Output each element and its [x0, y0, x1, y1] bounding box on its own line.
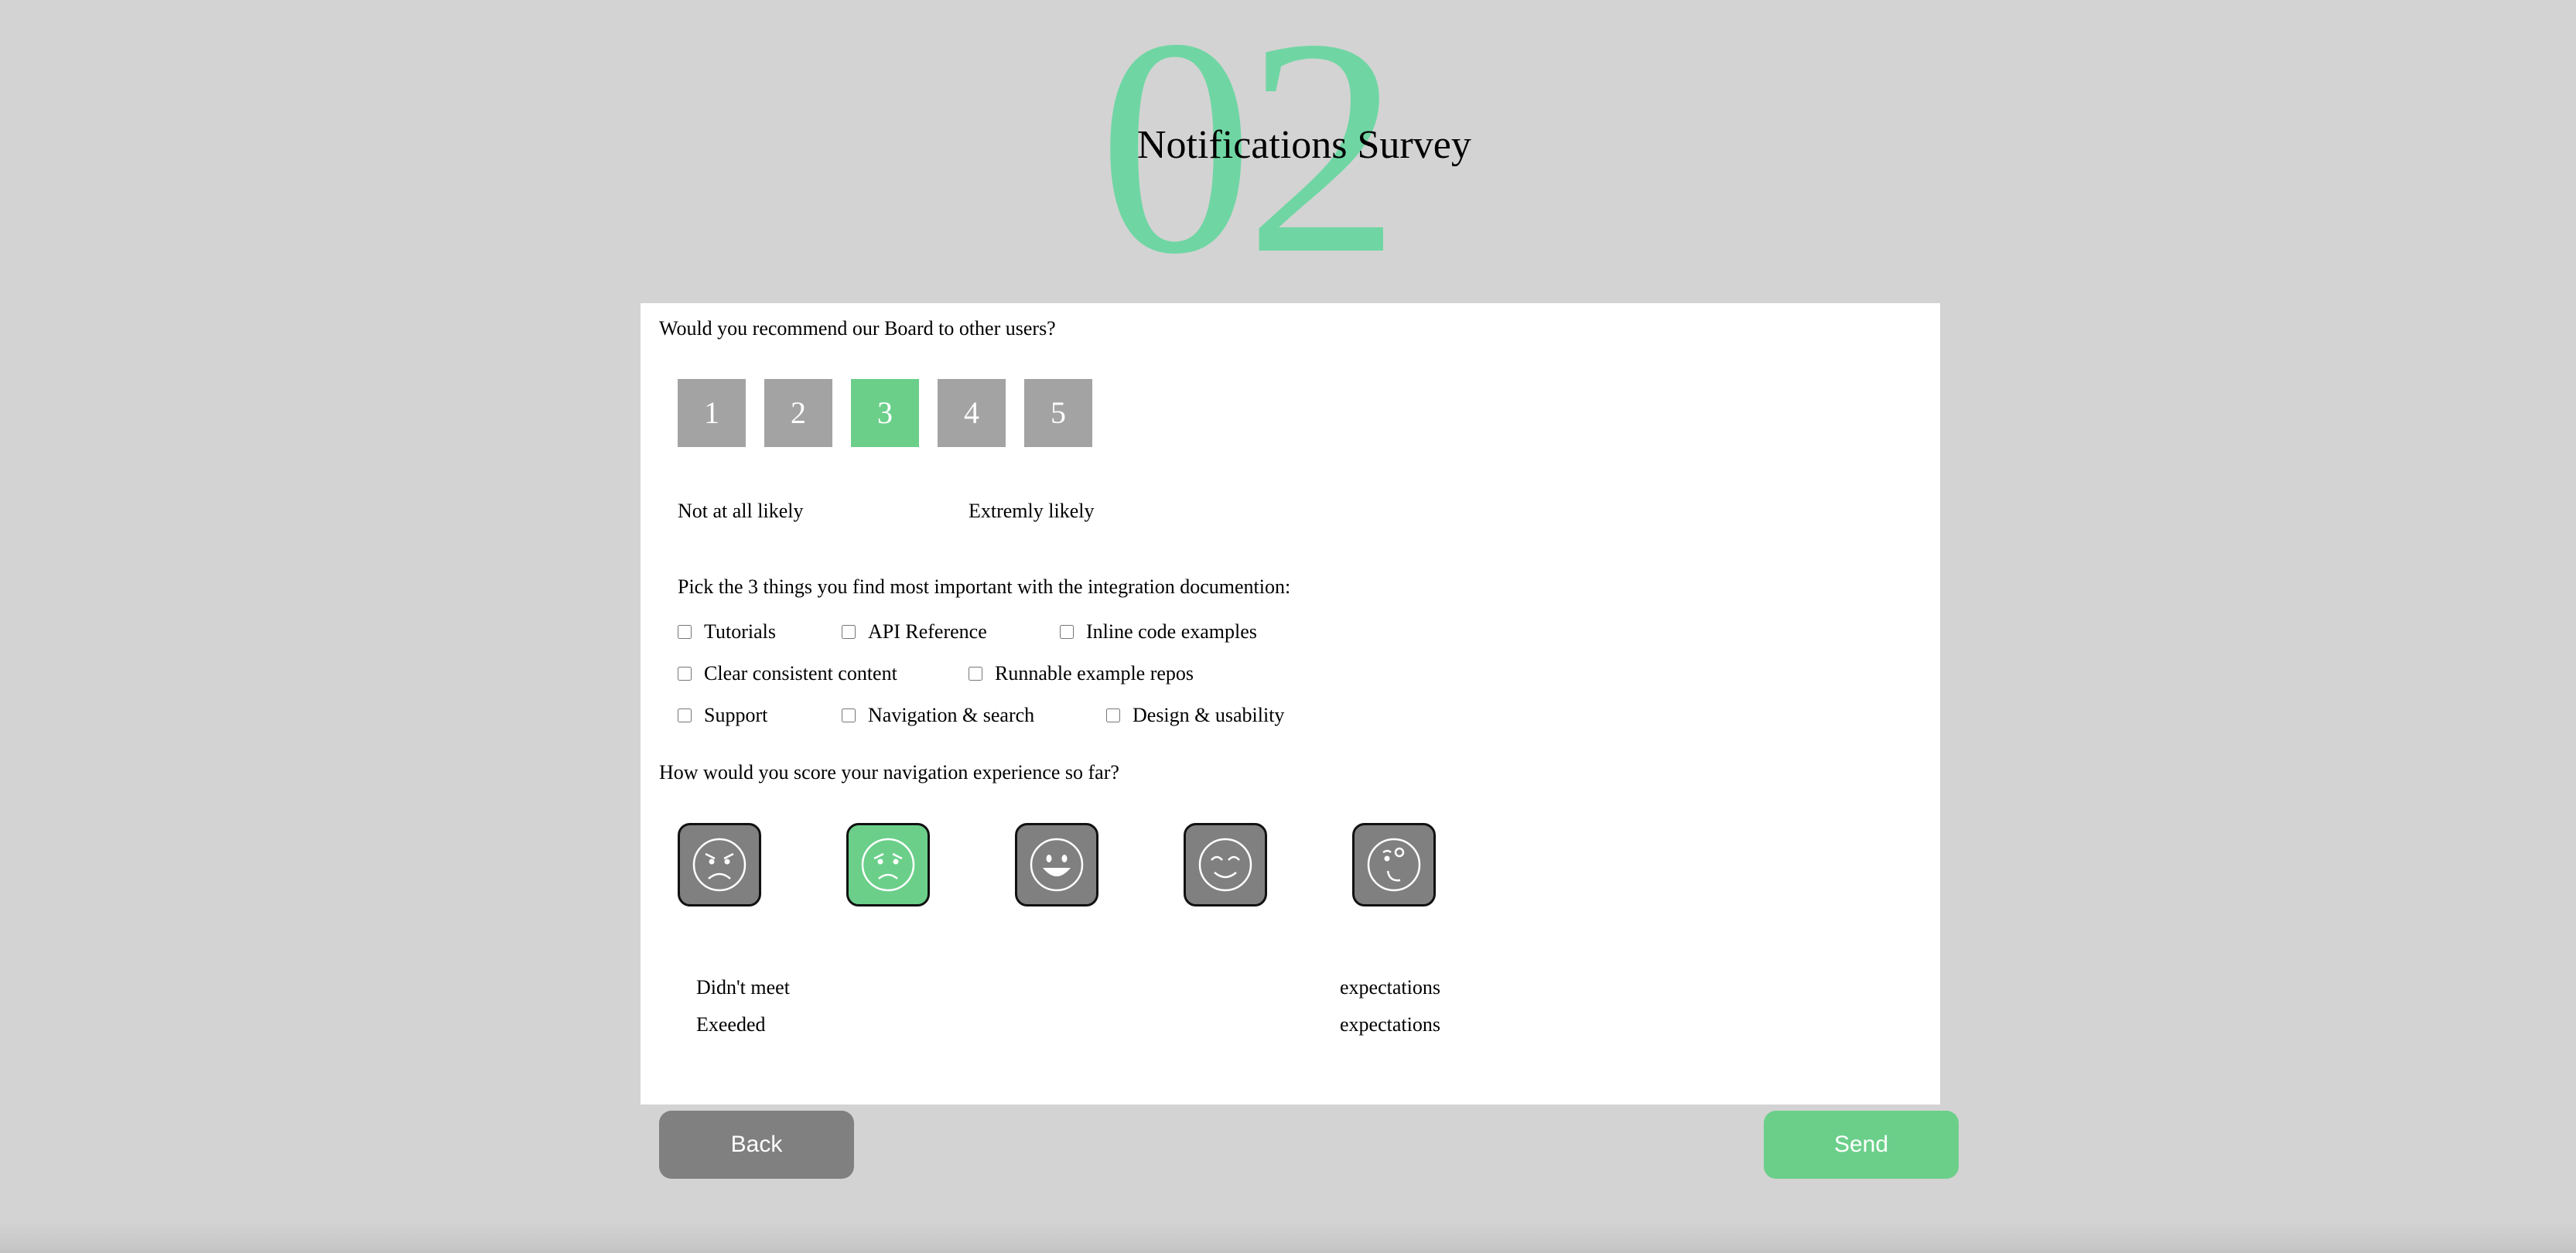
option-api-reference[interactable]: API Reference	[842, 620, 987, 644]
legend-low-line-1: Didn't meet	[696, 976, 790, 999]
option-navigation-search[interactable]: Navigation & search	[842, 704, 1034, 727]
tutorials-checkbox[interactable]	[678, 625, 692, 639]
option-support[interactable]: Support	[678, 704, 767, 727]
rating-face-3[interactable]	[1015, 823, 1098, 906]
option-clear-consistent-content[interactable]: Clear consistent content	[678, 662, 897, 685]
survey-header: 02 Notifications Survey	[1098, 0, 1485, 302]
score-option-5[interactable]: 5	[1024, 379, 1092, 447]
legend-high-line-1: Exeeded	[696, 1013, 766, 1036]
question-documentation: Pick the 3 things you find most importan…	[678, 575, 1291, 598]
option-label: Inline code examples	[1086, 620, 1257, 643]
inline-code-examples-checkbox[interactable]	[1060, 625, 1074, 639]
option-label: Tutorials	[704, 620, 776, 643]
rating-face-4[interactable]	[1184, 823, 1267, 906]
content-face-icon	[1198, 838, 1252, 892]
scale-low-label: Not at all likely	[678, 500, 804, 522]
score-option-1[interactable]: 1	[678, 379, 746, 447]
design-usability-checkbox[interactable]	[1106, 708, 1120, 722]
survey-card: Would you recommend our Board to other u…	[641, 303, 1940, 1104]
rating-face-5[interactable]	[1352, 823, 1436, 906]
rating-face-1[interactable]	[678, 823, 761, 906]
page-footer-shadow	[0, 1222, 2576, 1253]
back-button[interactable]: Back	[659, 1111, 854, 1179]
worried-face-icon	[861, 838, 915, 892]
angry-face-icon	[692, 838, 746, 892]
score-option-3[interactable]: 3	[851, 379, 919, 447]
winking-face-icon	[1367, 838, 1421, 892]
smiling-face-icon	[1030, 838, 1084, 892]
score-option-2[interactable]: 2	[764, 379, 832, 447]
page-title: Notifications Survey	[1137, 123, 1471, 167]
legend-high-line-2: expectations	[1340, 1013, 1440, 1036]
option-label: Navigation & search	[868, 704, 1035, 726]
option-label: Design & usability	[1133, 704, 1285, 726]
legend-low-line-2: expectations	[1340, 976, 1440, 999]
runnable-example-repos-checkbox[interactable]	[969, 667, 982, 681]
navigation-search-checkbox[interactable]	[842, 708, 856, 722]
support-checkbox[interactable]	[678, 708, 692, 722]
scale-high-label: Extremly likely	[969, 500, 1095, 522]
option-label: Runnable example repos	[995, 662, 1194, 685]
option-tutorials[interactable]: Tutorials	[678, 620, 776, 644]
question-navigation: How would you score your navigation expe…	[659, 761, 1119, 784]
send-button[interactable]: Send	[1764, 1111, 1959, 1179]
api-reference-checkbox[interactable]	[842, 625, 856, 639]
rating-face-2[interactable]	[846, 823, 930, 906]
option-inline-code-examples[interactable]: Inline code examples	[1060, 620, 1257, 644]
question-recommend: Would you recommend our Board to other u…	[659, 317, 1056, 340]
option-runnable-example-repos[interactable]: Runnable example repos	[969, 662, 1194, 685]
option-label: Clear consistent content	[704, 662, 897, 685]
option-design-usability[interactable]: Design & usability	[1106, 704, 1284, 727]
option-label: Support	[704, 704, 768, 726]
clear-consistent-content-checkbox[interactable]	[678, 667, 692, 681]
option-label: API Reference	[868, 620, 987, 643]
score-option-4[interactable]: 4	[938, 379, 1006, 447]
